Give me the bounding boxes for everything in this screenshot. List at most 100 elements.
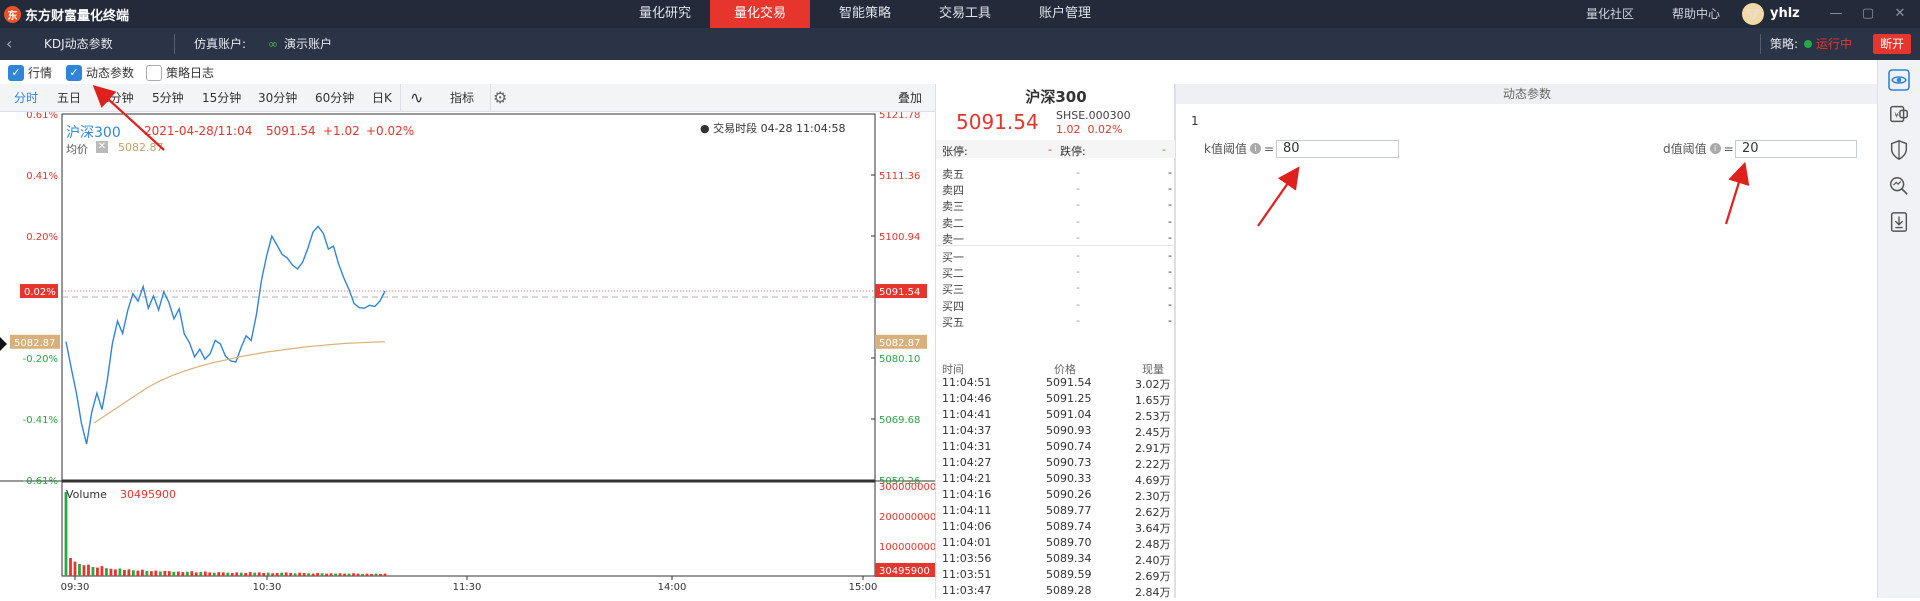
- checkbox-checked-icon[interactable]: ✓: [66, 64, 82, 81]
- username[interactable]: yhlz: [1770, 0, 1800, 28]
- avatar[interactable]: 🐮: [1742, 3, 1764, 25]
- x-tick-label: 15:00: [849, 582, 878, 593]
- volume-bar: [109, 568, 113, 576]
- tick-row: 11:04:01 5089.70 2.48万: [936, 536, 1176, 552]
- nav-tab-research[interactable]: 量化研究: [620, 0, 710, 28]
- volume-bar: [118, 568, 122, 576]
- quote-price: 5091.54: [956, 110, 1039, 134]
- shield-icon[interactable]: [1885, 136, 1913, 164]
- tab-intraday[interactable]: 分时: [14, 84, 38, 112]
- volume-bar: [172, 571, 176, 576]
- tick-time: 11:03:51: [942, 568, 992, 581]
- price-chart[interactable]: 5121.78 0.61% 5111.36 0.41% 5100.94 0.20% 5091…: [0, 110, 936, 598]
- search-chart-icon[interactable]: [1885, 172, 1913, 200]
- tick-row: 11:03:51 5089.59 2.69万: [936, 568, 1176, 584]
- volume-bar: [145, 570, 149, 576]
- volume-bar: [293, 573, 297, 576]
- tab-5day[interactable]: 五日: [57, 84, 81, 112]
- toggle-dynamic-params[interactable]: ✓ 动态参数: [66, 64, 134, 81]
- orderbook-price: -: [1076, 249, 1080, 262]
- y-tick-label-pct: 0.61%: [26, 112, 58, 121]
- toggle-quotes[interactable]: ✓ 行情: [8, 64, 52, 81]
- tab-daily-k[interactable]: 日K: [372, 84, 392, 112]
- orderbook-volume: -: [1168, 198, 1172, 212]
- tab-15min[interactable]: 15分钟: [202, 84, 241, 112]
- orderbook-row[interactable]: 买五 - -: [936, 311, 1176, 331]
- chart-pct: +0.02%: [366, 124, 415, 138]
- nav-tab-trading[interactable]: 量化交易: [710, 0, 810, 28]
- close-icon[interactable]: ✕: [1888, 0, 1912, 28]
- wallet-icon[interactable]: ¥: [1885, 100, 1913, 128]
- eye-icon[interactable]: [1885, 66, 1913, 94]
- toggle-label: 动态参数: [86, 66, 135, 80]
- indicator-button[interactable]: 指标: [450, 84, 474, 112]
- minimize-icon[interactable]: —: [1824, 0, 1848, 28]
- tick-time: 11:04:31: [942, 440, 992, 453]
- volume-bar: [235, 572, 239, 576]
- x-tick-label: 14:00: [658, 582, 687, 593]
- svg-text:¥: ¥: [1894, 111, 1899, 120]
- volume-bar: [78, 564, 81, 576]
- volume-bar: [356, 573, 360, 576]
- disconnect-button[interactable]: 断开: [1873, 34, 1911, 54]
- avg-tag-label: 5082.87: [879, 338, 920, 349]
- volume-bar: [154, 570, 158, 576]
- volume-bar: [325, 573, 328, 576]
- limit-up-value: -: [1048, 143, 1052, 156]
- panel-toggles: ✓ 行情 ✓ 动态参数 策略日志: [0, 60, 935, 84]
- tick-time: 11:04:21: [942, 472, 992, 485]
- back-icon[interactable]: ‹: [6, 28, 12, 60]
- tab-1min[interactable]: 1分钟: [102, 84, 134, 112]
- tick-volume: 2.53万: [1135, 410, 1171, 423]
- toggle-label: 行情: [28, 66, 53, 80]
- d-threshold-input[interactable]: 20: [1735, 140, 1857, 158]
- volume-bar: [194, 572, 198, 576]
- limit-up-label: 张停:: [942, 145, 968, 158]
- tick-volume: 2.91万: [1135, 442, 1171, 455]
- chart-time: 2021-04-28/11:04: [144, 124, 253, 138]
- tab-60min[interactable]: 60分钟: [315, 84, 354, 112]
- account-value[interactable]: 演示账户: [284, 28, 332, 60]
- volume-bar: [244, 573, 248, 576]
- nav-tab-trade-tools[interactable]: 交易工具: [920, 0, 1010, 28]
- orderbook-volume: -: [1168, 249, 1172, 262]
- nav-tab-account[interactable]: 账户管理: [1020, 0, 1110, 28]
- tick-time: 11:04:06: [942, 520, 992, 533]
- community-link[interactable]: 量化社区: [1586, 0, 1634, 28]
- limit-row: 张停: - 跌停: -: [936, 140, 1176, 158]
- settings-icon[interactable]: ⚙: [493, 84, 507, 112]
- checkbox-unchecked-icon[interactable]: [146, 64, 162, 81]
- session-info: ● 交易时段 04-28 11:04:58: [700, 122, 846, 135]
- k-threshold-input[interactable]: 80: [1276, 140, 1399, 158]
- checkbox-checked-icon[interactable]: ✓: [8, 64, 24, 81]
- help-center-link[interactable]: 帮助中心: [1672, 0, 1720, 28]
- volume-bar: [379, 573, 382, 576]
- tab-30min[interactable]: 30分钟: [258, 84, 297, 112]
- volume-tick-label: 200000000: [879, 512, 935, 523]
- tick-price: 5091.04: [1046, 408, 1092, 421]
- info-icon[interactable]: i: [1709, 143, 1721, 154]
- quote-change-pct: 0.02%: [1087, 123, 1123, 136]
- overlay-button[interactable]: 叠加: [898, 84, 922, 112]
- line-style-icon[interactable]: ∿: [410, 84, 423, 112]
- nav-tab-smart-strategy[interactable]: 智能策略: [820, 0, 910, 28]
- download-doc-icon[interactable]: [1885, 208, 1913, 236]
- volume-bar: [73, 561, 77, 576]
- info-icon[interactable]: i: [1249, 143, 1261, 154]
- maximize-icon[interactable]: ▢: [1856, 0, 1880, 28]
- tick-header-volume: 现量: [1142, 363, 1164, 376]
- volume-bar: [87, 564, 90, 576]
- chart-symbol-name: 沪深300: [66, 125, 121, 141]
- toggle-strategy-log[interactable]: 策略日志: [146, 64, 214, 81]
- volume-bar: [167, 571, 171, 576]
- y-tick-label-price: 5100.94: [879, 232, 920, 243]
- close-avg-icon[interactable]: ✕: [96, 141, 108, 153]
- x-tick-label: 09:30: [61, 582, 90, 593]
- tick-volume: 2.69万: [1135, 570, 1171, 583]
- limit-down-value: -: [1162, 143, 1166, 156]
- tab-5min[interactable]: 5分钟: [152, 84, 184, 112]
- quote-code: SHSE.000300: [1056, 109, 1131, 122]
- tick-time: 11:04:01: [942, 536, 992, 549]
- volume-bar: [365, 573, 369, 576]
- param-group-index: 1: [1191, 114, 1199, 128]
